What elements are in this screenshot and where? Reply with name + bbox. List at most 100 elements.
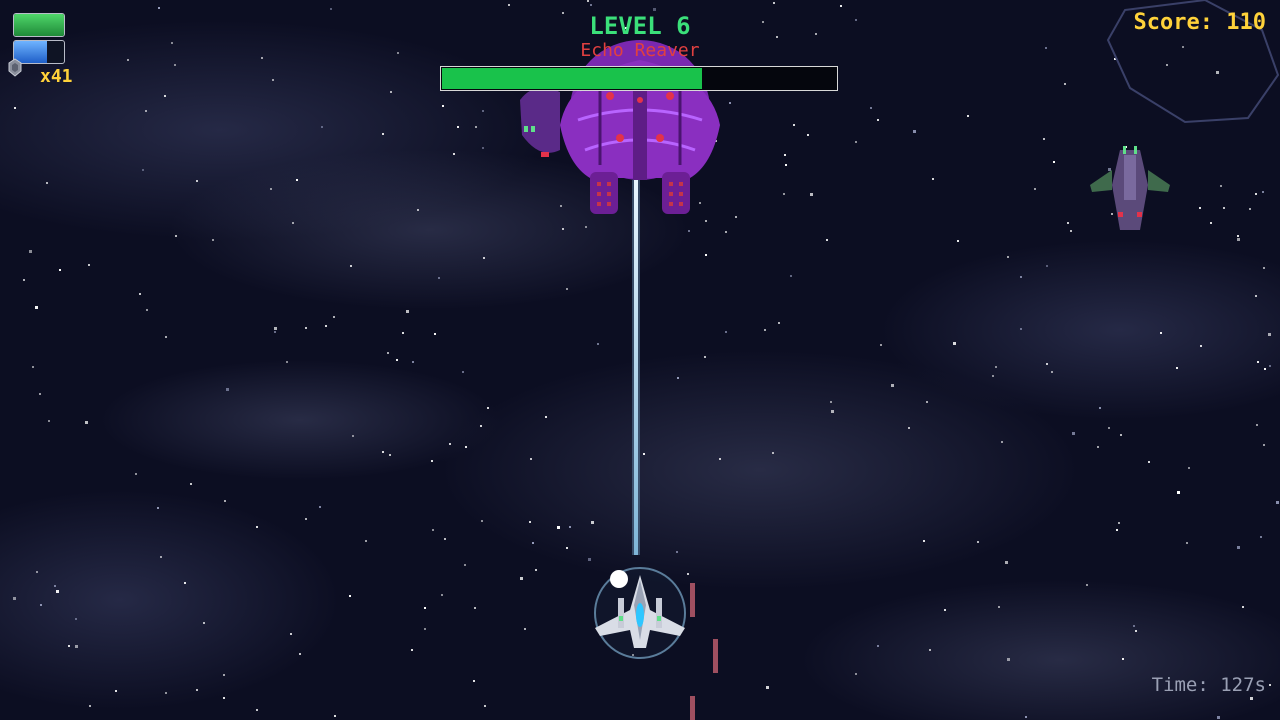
star: [453, 153, 455, 155]
star: [1020, 328, 1022, 330]
star: [676, 551, 678, 553]
star: [1007, 658, 1010, 661]
star: [1260, 536, 1262, 538]
star: [1188, 467, 1190, 469]
star: [256, 709, 258, 711]
star: [1046, 363, 1048, 365]
star: [292, 222, 294, 224]
star: [305, 327, 307, 329]
star: [1133, 625, 1135, 627]
star: [807, 134, 809, 136]
star: [877, 645, 879, 647]
star: [352, 435, 354, 437]
star: [1255, 193, 1257, 195]
star: [524, 628, 526, 630]
boss-name: Echo Reaver: [580, 40, 700, 61]
star: [529, 521, 531, 523]
star: [590, 4, 592, 6]
star: [115, 690, 117, 692]
star: [992, 375, 994, 377]
star: [764, 329, 766, 331]
star: [1210, 222, 1212, 224]
star: [725, 231, 727, 233]
bomb-count: x41: [40, 66, 73, 87]
star: [1250, 697, 1253, 700]
star: [174, 64, 176, 66]
star: [1108, 168, 1111, 171]
star: [557, 526, 560, 529]
star: [687, 573, 689, 575]
star: [465, 446, 467, 448]
star: [319, 506, 321, 508]
star: [1122, 658, 1124, 660]
star: [175, 235, 177, 237]
star: [424, 628, 426, 630]
star: [1199, 207, 1201, 209]
star: [677, 377, 679, 379]
star: [14, 107, 16, 109]
star: [891, 384, 894, 387]
star: [1001, 441, 1003, 443]
star: [1051, 371, 1053, 373]
star: [880, 344, 882, 346]
star: [783, 193, 785, 195]
star: [473, 680, 475, 682]
star: [23, 279, 25, 281]
star: [830, 401, 832, 403]
star: [142, 169, 144, 171]
star: [1166, 64, 1168, 66]
star: [39, 393, 41, 395]
star: [387, 352, 389, 354]
star: [296, 179, 298, 181]
star: [190, 483, 192, 485]
star: [653, 8, 656, 11]
star: [1249, 208, 1251, 210]
star: [855, 673, 857, 675]
star: [532, 542, 534, 544]
star: [967, 115, 969, 117]
star: [59, 269, 61, 271]
star: [431, 460, 433, 462]
star: [957, 240, 959, 242]
star: [54, 585, 56, 587]
star: [705, 220, 707, 222]
star: [1053, 161, 1055, 163]
star: [773, 2, 775, 4]
star: [196, 689, 198, 691]
star: [1067, 222, 1069, 224]
star: [929, 649, 931, 651]
star: [1097, 446, 1099, 448]
star: [826, 239, 828, 241]
star: [46, 182, 48, 184]
star: [591, 521, 594, 524]
star: [146, 309, 148, 311]
star: [810, 193, 813, 196]
game-scene: [0, 0, 1280, 720]
star: [165, 692, 167, 694]
star: [432, 529, 434, 531]
star: [1269, 684, 1271, 686]
star: [1237, 235, 1239, 237]
star: [1176, 367, 1178, 369]
star: [164, 95, 166, 97]
star: [1255, 295, 1257, 297]
star: [597, 343, 599, 345]
star: [719, 458, 721, 460]
star: [1237, 546, 1240, 549]
star: [481, 520, 483, 522]
star: [417, 209, 419, 211]
star: [40, 604, 42, 606]
star: [464, 564, 466, 566]
star: [412, 361, 414, 363]
star: [462, 371, 464, 373]
star: [68, 645, 70, 647]
star: [224, 500, 226, 502]
star: [699, 202, 701, 204]
star: [325, 325, 327, 327]
star: [1064, 83, 1066, 85]
star: [560, 205, 562, 207]
star: [1025, 716, 1027, 718]
boss-laser-beam: [632, 180, 640, 555]
star: [1118, 522, 1120, 524]
star: [1160, 332, 1162, 334]
